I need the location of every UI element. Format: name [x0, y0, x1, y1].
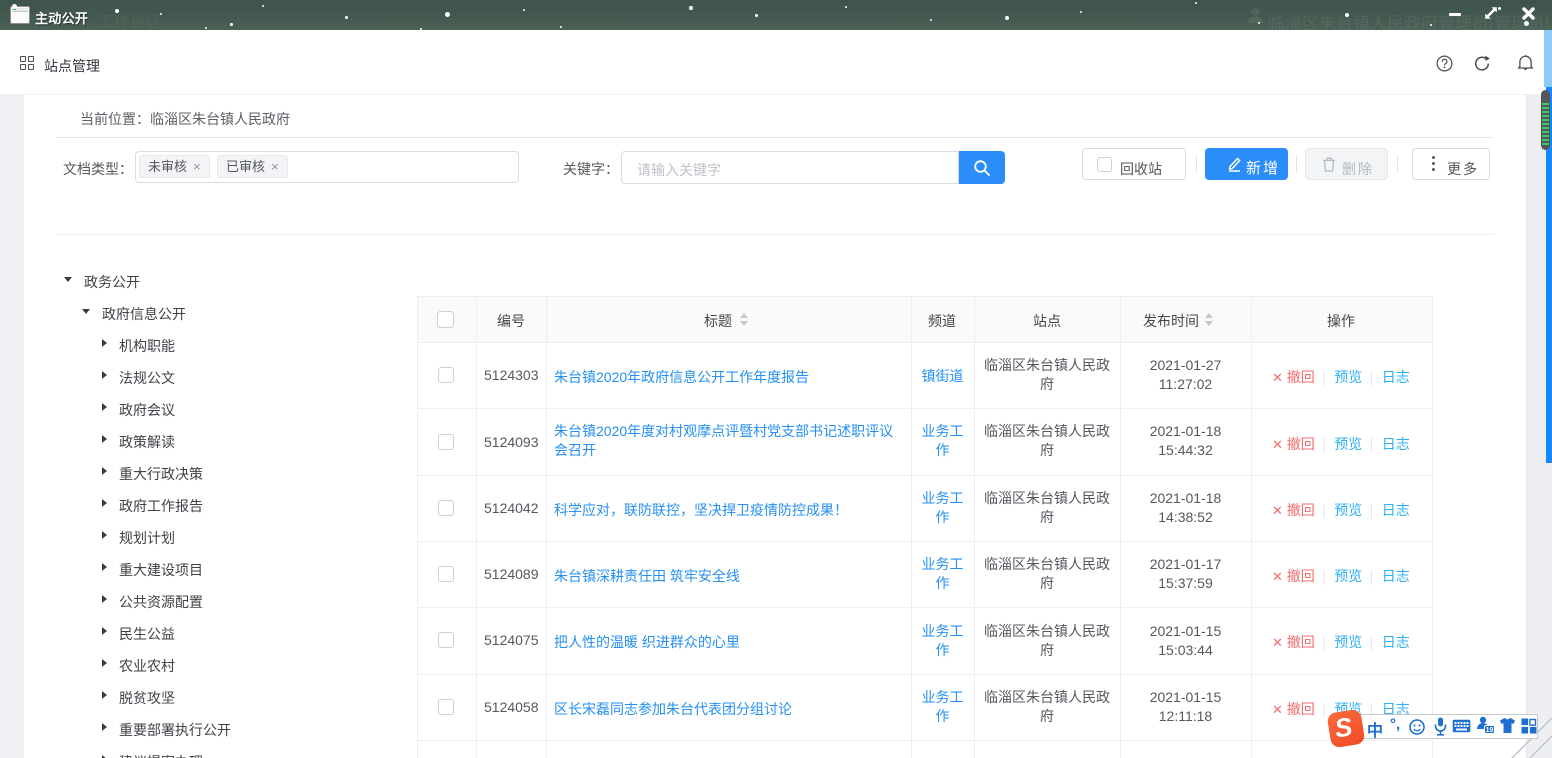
- svg-text:19: 19: [1486, 727, 1494, 734]
